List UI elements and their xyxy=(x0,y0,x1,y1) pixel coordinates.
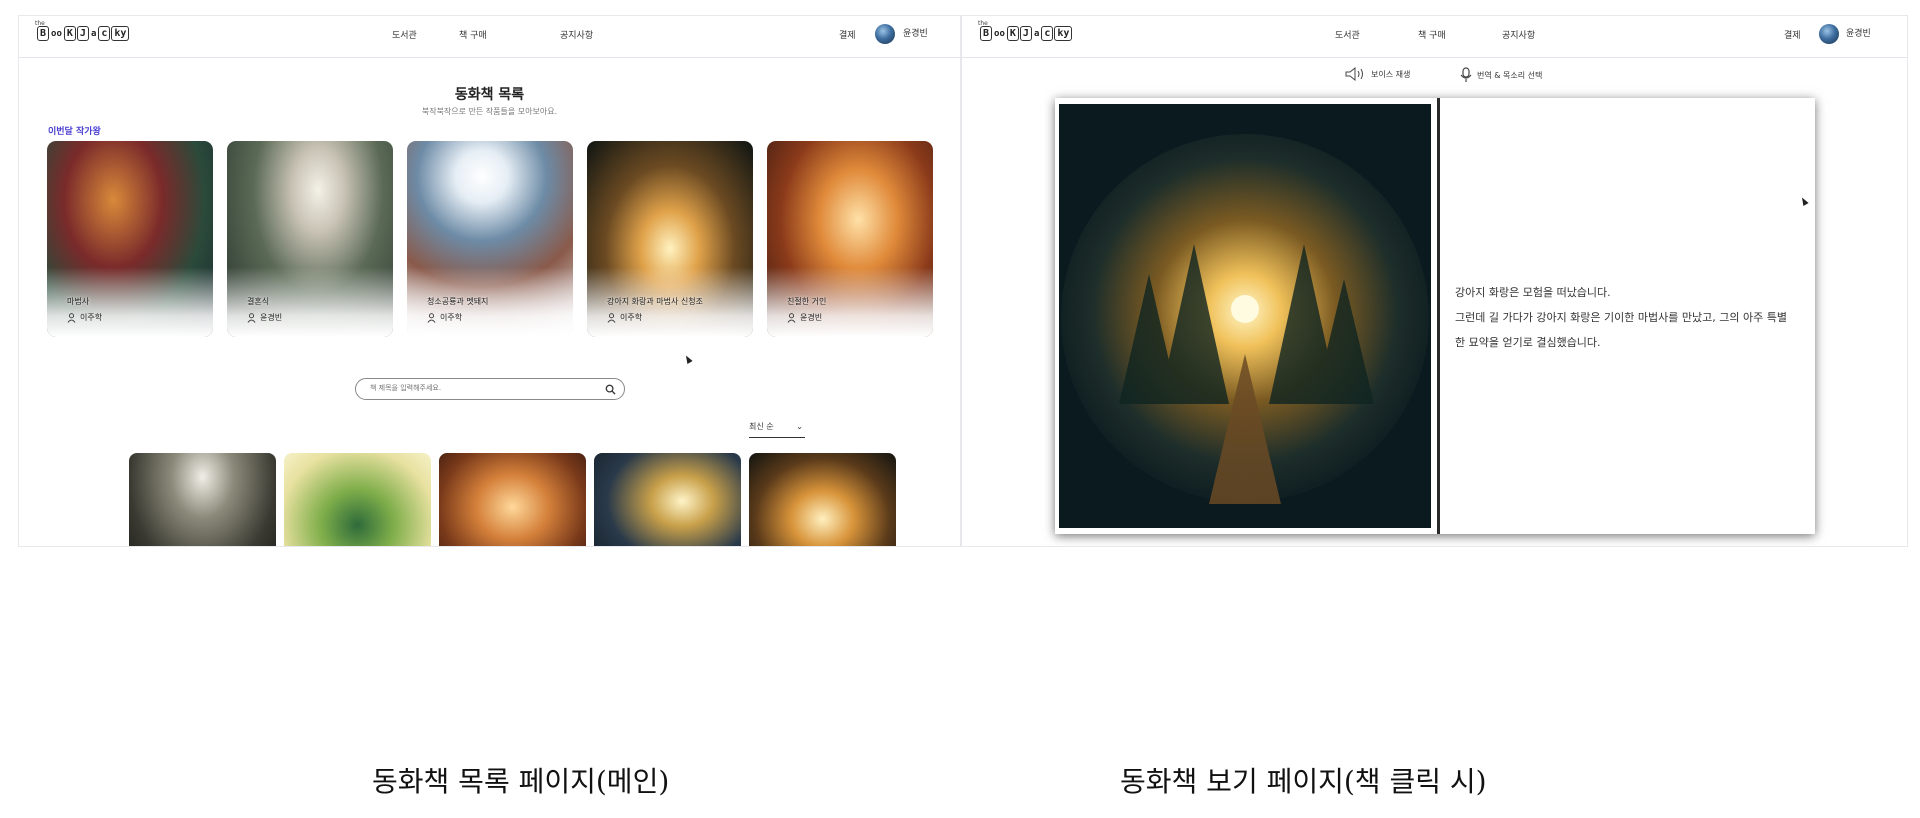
page-subtitle: 북작북작으로 만든 작품들을 모아보아요. xyxy=(421,107,558,116)
book-grid xyxy=(129,453,896,546)
search-bar[interactable] xyxy=(355,378,625,400)
book-card[interactable] xyxy=(129,453,276,546)
logo[interactable]: the Boo K Ja c ky xyxy=(35,20,130,41)
book-title: 청소공룡과 멧돼지 xyxy=(427,297,489,306)
book-right-page[interactable]: 강아지 화랑은 모험을 떠났습니다. 그런데 길 가다가 강아지 화랑은 기이한… xyxy=(1443,98,1815,534)
book-card[interactable] xyxy=(439,453,586,546)
chevron-down-icon: ⌄ xyxy=(796,422,803,431)
microphone-icon xyxy=(1460,67,1472,82)
nav-book-purchase[interactable]: 책 구매 xyxy=(1418,28,1446,41)
book-author: 윤경빈 xyxy=(247,312,282,323)
featured-books: 마법사 이주학 결혼식 윤경빈 청소공룡과 멧돼지 이주학 강아지 화랑과 마법… xyxy=(47,141,933,337)
book-title: 친절한 거인 xyxy=(787,297,827,306)
person-icon xyxy=(67,312,76,323)
nav-library[interactable]: 도서관 xyxy=(1335,28,1360,41)
avatar[interactable] xyxy=(875,24,895,44)
top-navigation: the Boo K Ja c ky 도서관 책 구매 공지사항 결제 윤경빈 xyxy=(19,16,960,58)
translate-voice-button[interactable]: 번역 & 목소리 선택 xyxy=(1459,67,1542,83)
nav-notice[interactable]: 공지사항 xyxy=(1502,28,1535,41)
book-author: 이주학 xyxy=(67,312,102,323)
book-viewer-page: the Boo K Ja c ky 도서관 책 구매 공지사항 결제 윤경빈 보이스 재… xyxy=(961,15,1908,547)
user-name[interactable]: 윤경빈 xyxy=(1846,26,1871,39)
search-input[interactable] xyxy=(368,383,602,393)
book-card[interactable] xyxy=(749,453,896,546)
logo[interactable]: the Boo K Ja c ky xyxy=(978,20,1073,41)
featured-book-card[interactable]: 강아지 화랑과 마법사 신청조 이주학 xyxy=(587,141,753,337)
book-author: 윤경빈 xyxy=(787,312,822,323)
book-title: 마법사 xyxy=(67,297,90,306)
book-list-page: the Boo K Ja c ky 도서관 책 구매 공지사항 결제 윤경빈 동화책 목… xyxy=(18,15,961,547)
user-name[interactable]: 윤경빈 xyxy=(903,26,928,39)
author-name: 이주학 xyxy=(440,313,463,322)
book-title: 결혼식 xyxy=(247,297,270,306)
speaker-icon xyxy=(1345,67,1363,81)
author-name: 이주학 xyxy=(80,313,103,322)
logo-small-text: the xyxy=(35,20,45,27)
search-icon[interactable] xyxy=(605,384,616,395)
nav-notice[interactable]: 공지사항 xyxy=(560,28,593,41)
author-name: 윤경빈 xyxy=(260,313,283,322)
book-card[interactable] xyxy=(594,453,741,546)
section-label-author-of-month: 이번달 작가왕 xyxy=(48,127,101,137)
nav-payment[interactable]: 결제 xyxy=(1784,28,1801,41)
nav-payment[interactable]: 결제 xyxy=(839,28,856,41)
book-author: 이주학 xyxy=(427,312,462,323)
open-book: 강아지 화랑은 모험을 떠났습니다. 그런데 길 가다가 강아지 화랑은 기이한… xyxy=(1055,98,1815,534)
story-illustration xyxy=(1059,104,1431,528)
story-line: 그런데 길 가다가 강아지 화랑은 기이한 마법사를 만났고, 그의 아주 특별 xyxy=(1455,311,1787,324)
person-icon xyxy=(427,312,436,323)
story-line: 한 묘약을 얻기로 결심했습니다. xyxy=(1455,336,1601,349)
nav-library[interactable]: 도서관 xyxy=(392,28,417,41)
person-icon xyxy=(247,312,256,323)
book-author: 이주학 xyxy=(607,312,642,323)
book-left-page[interactable] xyxy=(1055,98,1440,534)
avatar[interactable] xyxy=(1819,24,1839,44)
caption-viewer-page: 동화책 보기 페이지(책 클릭 시) xyxy=(1120,765,1487,798)
nav-book-purchase[interactable]: 책 구매 xyxy=(459,28,487,41)
logo-small-text: the xyxy=(978,20,988,27)
top-navigation: the Boo K Ja c ky 도서관 책 구매 공지사항 결제 윤경빈 xyxy=(962,16,1907,58)
sort-select[interactable]: 최신 순 ⌄ xyxy=(749,421,805,438)
sort-selected-value: 최신 순 xyxy=(749,422,774,431)
person-icon xyxy=(607,312,616,323)
author-name: 이주학 xyxy=(620,313,643,322)
voice-play-button[interactable]: 보이스 재생 xyxy=(1345,67,1410,81)
page-title: 동화책 목록 xyxy=(454,87,525,103)
story-text: 강아지 화랑은 모험을 떠났습니다. 그런데 길 가다가 강아지 화랑은 기이한… xyxy=(1455,280,1815,355)
book-card[interactable] xyxy=(284,453,431,546)
voice-play-label: 보이스 재생 xyxy=(1371,69,1411,79)
author-name: 윤경빈 xyxy=(800,313,823,322)
caption-list-page: 동화책 목록 페이지(메인) xyxy=(372,765,670,798)
featured-book-card[interactable]: 결혼식 윤경빈 xyxy=(227,141,393,337)
person-icon xyxy=(787,312,796,323)
book-title: 강아지 화랑과 마법사 신청조 xyxy=(607,297,703,306)
mouse-cursor xyxy=(683,354,693,364)
featured-book-card[interactable]: 마법사 이주학 xyxy=(47,141,213,337)
story-line: 강아지 화랑은 모험을 떠났습니다. xyxy=(1455,286,1611,299)
featured-book-card[interactable]: 청소공룡과 멧돼지 이주학 xyxy=(407,141,573,337)
translate-voice-label: 번역 & 목소리 선택 xyxy=(1477,70,1543,80)
featured-book-card[interactable]: 친절한 거인 윤경빈 xyxy=(767,141,933,337)
